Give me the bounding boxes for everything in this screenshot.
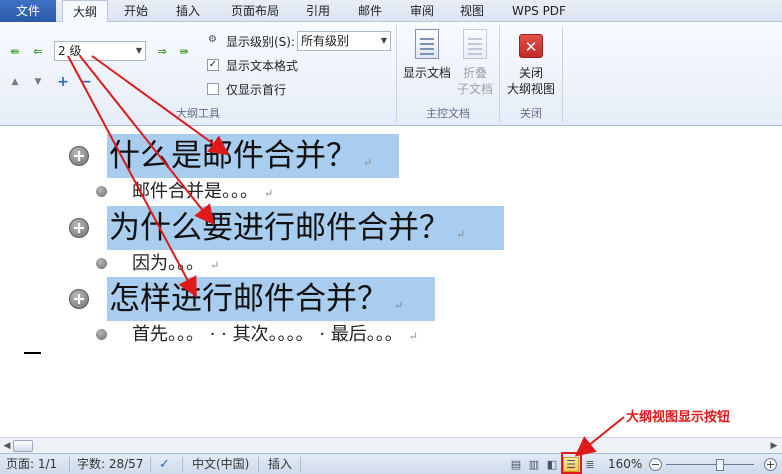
draft-view-icon[interactable]: ≣ [582,457,598,472]
page-count[interactable]: 页面: 1/1 [6,454,57,474]
group-divider [562,26,563,122]
collapse-subdocuments-label-1: 折叠 [462,66,487,80]
outline-tools-group-label: 大纲工具 [176,107,220,120]
master-document-group-label: 主控文档 [426,107,470,120]
paragraph-mark: ↵ [408,330,418,343]
proofing-icon[interactable]: ✓ [159,454,170,474]
scroll-left-icon[interactable]: ◀ [1,440,13,452]
paragraph-mark: ↵ [210,259,220,272]
status-bar: 页面: 1/1 字数: 28/57 ✓ 中文(中国) 插入 ▤ ▥ ◧ ☰ ≣ … [0,453,782,474]
outline-heading-3[interactable]: 怎样进行邮件合并？ ↵ [107,277,435,321]
promote-icon[interactable]: ⇐ [30,43,46,59]
scroll-right-icon[interactable]: ▶ [768,440,780,452]
show-level-select[interactable]: 所有级别 ▼ [297,31,391,51]
chevron-down-icon: ▼ [135,46,142,55]
status-divider [300,457,301,472]
outline-body-text-2[interactable]: 因为。。。 ↵ [132,253,219,275]
zoom-out-icon[interactable]: − [649,458,662,471]
show-first-line-label: 仅显示首行 [226,83,287,97]
close-outline-label-2: 大纲视图 [506,82,555,96]
outline-body-bullet-icon[interactable] [96,258,107,269]
promote-to-heading1-icon[interactable]: ⇚ [7,43,23,59]
outline-body-text-1[interactable]: 邮件合并是。。。 ↵ [132,181,273,203]
web-layout-view-icon[interactable]: ◧ [544,457,560,472]
tab-view[interactable]: 视图 [450,0,494,22]
paragraph-mark: ↵ [456,228,466,241]
show-text-format-label: 显示文本格式 [226,59,299,73]
show-text-format-checkbox[interactable]: ✓ [207,59,219,71]
outline-level-select[interactable]: 2 级 ▼ [54,41,146,61]
outline-body-bullet-icon[interactable] [96,186,107,197]
body-text: 首先。。。 · · 其次。。。。 · 最后。。。 [132,324,403,345]
status-divider [69,457,70,472]
show-first-line-checkbox[interactable] [207,83,219,95]
outline-body-text-3[interactable]: 首先。。。 · · 其次。。。。 · 最后。。。 ↵ [132,324,418,346]
paragraph-mark: ↵ [363,156,373,169]
show-level-label: 显示级别(S): [226,35,296,49]
show-document-label: 显示文档 [402,66,451,80]
status-divider [258,457,259,472]
tab-wps-pdf[interactable]: WPS PDF [504,0,574,22]
status-divider [150,457,151,472]
outline-expand-bullet-icon[interactable] [69,289,89,309]
show-document-icon [415,29,439,59]
tab-home[interactable]: 开始 [114,0,158,22]
chevron-down-icon: ▼ [380,36,387,45]
end-of-document-marker [24,352,41,354]
status-divider [182,457,183,472]
paragraph-mark: ↵ [264,187,274,200]
body-text: 因为。。。 [132,253,204,274]
paragraph-mark: ↵ [394,299,404,312]
ribbon: ⇚ ⇐ 2 级 ▼ ⇒ ⇛ ▲ ▼ + − ⚙ 显示级别(S): 所有级别 ▼ … [0,22,782,126]
print-layout-view-icon[interactable]: ▤ [508,457,524,472]
tab-page-layout[interactable]: 页面布局 [222,0,288,22]
outline-view-highlight-box [561,452,582,474]
word-count[interactable]: 字数: 28/57 [77,454,143,474]
outline-heading-2[interactable]: 为什么要进行邮件合并？ ↵ [107,206,504,250]
heading-text: 什么是邮件合并？ [109,138,357,174]
zoom-slider-thumb[interactable] [716,459,724,471]
full-screen-reading-view-icon[interactable]: ▥ [526,457,542,472]
ribbon-tab-bar: 文件 大纲 开始 插入 页面布局 引用 邮件 审阅 视图 WPS PDF [0,0,782,23]
demote-icon[interactable]: ⇒ [154,43,170,59]
close-group-label: 关闭 [520,107,542,120]
scrollbar-thumb[interactable] [13,440,33,452]
close-outline-view-button[interactable]: 关闭 大纲视图 [502,65,560,97]
zoom-in-icon[interactable]: + [764,458,777,471]
tab-review[interactable]: 审阅 [400,0,444,22]
close-outline-icon: ✕ [519,34,543,58]
collapse-subdocuments-button[interactable]: 折叠 子文档 [454,65,496,97]
horizontal-scrollbar[interactable]: ◀ ▶ [0,437,782,453]
outline-body-bullet-icon[interactable] [96,329,107,340]
show-document-button[interactable]: 显示文档 [400,65,454,81]
close-outline-label-1: 关闭 [518,66,543,80]
expand-icon[interactable]: + [55,74,71,90]
collapse-icon[interactable]: − [78,74,94,90]
move-up-icon[interactable]: ▲ [7,74,23,90]
body-text: 邮件合并是。。。 [132,181,258,202]
tab-mailings[interactable]: 邮件 [348,0,392,22]
insert-mode-indicator[interactable]: 插入 [268,454,292,474]
outline-expand-bullet-icon[interactable] [69,146,89,166]
show-level-value: 所有级别 [301,34,350,48]
outline-level-value: 2 级 [58,44,82,58]
tab-file[interactable]: 文件 [0,0,56,22]
collapse-subdocuments-label-2: 子文档 [456,82,493,96]
show-level-icon: ⚙ [208,34,217,45]
heading-text: 为什么要进行邮件合并？ [109,210,450,246]
move-down-icon[interactable]: ▼ [30,74,46,90]
outline-heading-1[interactable]: 什么是邮件合并？ ↵ [107,134,399,178]
language-indicator[interactable]: 中文(中国) [192,454,249,474]
tab-references[interactable]: 引用 [296,0,340,22]
collapse-subdocuments-icon [463,29,487,59]
tab-outline[interactable]: 大纲 [62,0,108,23]
outline-expand-bullet-icon[interactable] [69,218,89,238]
zoom-slider-track[interactable] [666,464,754,465]
heading-text: 怎样进行邮件合并？ [109,281,388,317]
demote-to-body-icon[interactable]: ⇛ [176,43,192,59]
tab-insert[interactable]: 插入 [166,0,210,22]
zoom-level[interactable]: 160% [608,454,642,474]
annotation-note: 大纲视图显示按钮 [626,410,731,425]
